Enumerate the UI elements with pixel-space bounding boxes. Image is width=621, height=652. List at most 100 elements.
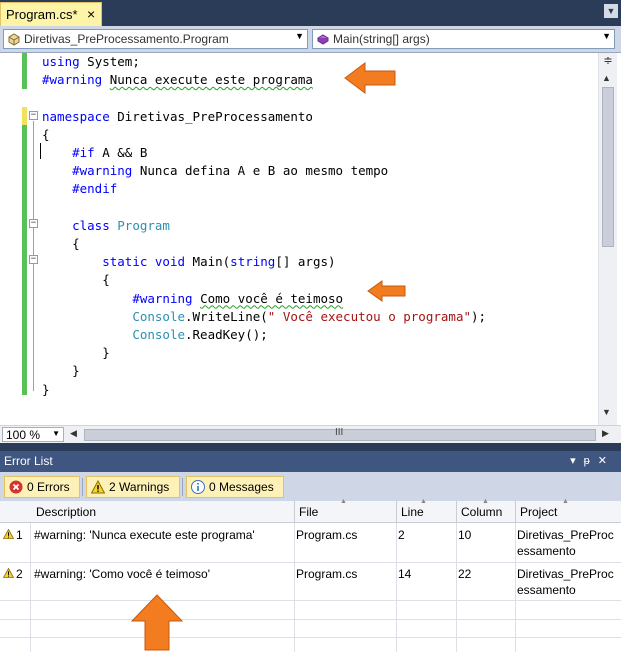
errors-filter-button[interactable]: 0 Errors (4, 476, 80, 498)
code-token: [] args) (275, 254, 336, 270)
error-icon (9, 480, 23, 494)
grid-line (456, 523, 457, 652)
code-token: class (72, 217, 110, 233)
scroll-up-icon[interactable]: ▲ (602, 73, 611, 83)
tab-list-dropdown-icon[interactable]: ▼ (604, 4, 618, 18)
code-line[interactable]: #if A && B (42, 144, 147, 162)
grid-line (294, 523, 295, 652)
pin-icon[interactable]: ᵽ (584, 455, 598, 467)
splitter-icon[interactable]: ≑ (601, 55, 615, 67)
dropdown-icon[interactable]: ▾ (570, 455, 584, 467)
column-header-line[interactable]: Line (401, 505, 424, 519)
divider (182, 478, 183, 496)
sort-icon: ▲ (420, 498, 427, 505)
type-dropdown[interactable]: Diretivas_PreProcessamento.Program ▼ (3, 29, 308, 49)
code-token: System; (79, 54, 140, 69)
code-line[interactable]: #warning Como você é teimoso (42, 290, 343, 308)
column-header-column[interactable]: Column (461, 505, 502, 519)
code-line[interactable]: { (42, 235, 80, 253)
column-divider[interactable] (396, 501, 397, 523)
warning-icon (91, 480, 105, 494)
horizontal-scroll-thumb[interactable]: III (84, 427, 596, 441)
column-header-file[interactable]: File (299, 505, 318, 519)
code-token: Nunca defina A e B ao mesmo tempo (132, 163, 389, 179)
tab-program-cs[interactable]: Program.cs* × (0, 2, 102, 26)
column-divider[interactable] (456, 501, 457, 523)
warning-icon (3, 568, 14, 578)
code-editor[interactable]: − − − using System; #warning Nunca execut… (0, 53, 621, 425)
code-token: Diretivas_PreProcessamento (109, 108, 313, 124)
column-divider[interactable] (294, 501, 295, 523)
code-token: void (154, 254, 186, 270)
sort-icon: ▲ (482, 498, 489, 505)
code-line[interactable]: } (42, 381, 50, 399)
code-line[interactable]: using System; (42, 53, 140, 71)
code-token: Program (117, 217, 170, 233)
code-line[interactable]: Console.WriteLine(" Você executou o prog… (42, 308, 486, 326)
code-line[interactable]: namespace Diretivas_PreProcessamento (42, 108, 313, 126)
code-line[interactable]: class Program (42, 217, 170, 235)
close-icon[interactable]: ✕ (598, 455, 615, 467)
row-file: Program.cs (296, 567, 358, 581)
row-file: Program.cs (296, 528, 358, 542)
horizontal-scrollbar-bar: 100 % ▼ ◀ III ▶ (0, 425, 621, 443)
vertical-scrollbar[interactable]: ≑ ▲ ▼ (598, 53, 617, 425)
scroll-down-icon[interactable]: ▼ (602, 407, 611, 417)
zoom-dropdown[interactable]: 100 % ▼ (2, 427, 64, 442)
column-header-description[interactable]: Description (36, 505, 96, 519)
grid-line (515, 523, 516, 652)
grid-line (0, 637, 621, 638)
code-line[interactable]: } (42, 344, 110, 362)
annotation-arrow-left (367, 280, 406, 302)
messages-filter-button[interactable]: 0 Messages (186, 476, 284, 498)
code-line[interactable]: #warning Nunca defina A e B ao mesmo tem… (42, 162, 388, 180)
code-line[interactable]: #warning Nunca execute este programa (42, 71, 313, 89)
editor-tab-strip: Program.cs* × ▼ (0, 0, 621, 26)
code-line[interactable]: { (42, 126, 50, 144)
code-token: string (230, 254, 276, 270)
code-line[interactable]: } (42, 362, 80, 380)
code-token: A && B (94, 145, 148, 160)
code-token: #warning (72, 163, 133, 179)
column-divider[interactable] (515, 501, 516, 523)
code-line[interactable]: static void Main(string[] args) (42, 253, 336, 271)
code-token: } (42, 363, 80, 379)
row-column: 22 (458, 567, 472, 581)
scroll-left-icon[interactable]: ◀ (70, 428, 77, 439)
member-dropdown[interactable]: Main(string[] args) ▼ (312, 29, 615, 49)
chevron-down-icon: ▼ (602, 31, 611, 41)
code-token: { (42, 126, 50, 142)
window-controls[interactable]: ▾ᵽ✕ (570, 454, 615, 467)
chevron-down-icon: ▼ (295, 31, 304, 41)
code-token: Como você é teimoso (200, 290, 344, 306)
scroll-thumb[interactable] (602, 87, 614, 247)
warnings-filter-label: 2 Warnings (109, 480, 170, 494)
code-line[interactable]: Console.ReadKey(); (42, 326, 268, 344)
code-token: ); (471, 308, 487, 324)
code-line[interactable]: #endif (42, 180, 117, 198)
code-token: #if (72, 145, 95, 160)
class-icon (8, 33, 20, 46)
code-token: { (42, 236, 80, 251)
code-token: " Você executou o programa" (267, 308, 471, 324)
warnings-filter-button[interactable]: 2 Warnings (86, 476, 180, 498)
code-token: Console (132, 308, 185, 324)
code-token: } (42, 345, 110, 361)
error-list-title: Error List (4, 454, 53, 468)
tab-close-icon[interactable]: × (87, 6, 95, 22)
type-dropdown-value: Diretivas_PreProcessamento.Program (24, 32, 229, 46)
scroll-right-icon[interactable]: ▶ (602, 428, 609, 439)
code-token: .ReadKey(); (185, 327, 268, 342)
code-token: Nunca execute este programa (109, 72, 313, 88)
column-header-project[interactable]: Project (520, 505, 557, 519)
code-area[interactable]: using System; #warning Nunca execute este… (0, 53, 598, 425)
code-line[interactable]: { (42, 271, 110, 289)
